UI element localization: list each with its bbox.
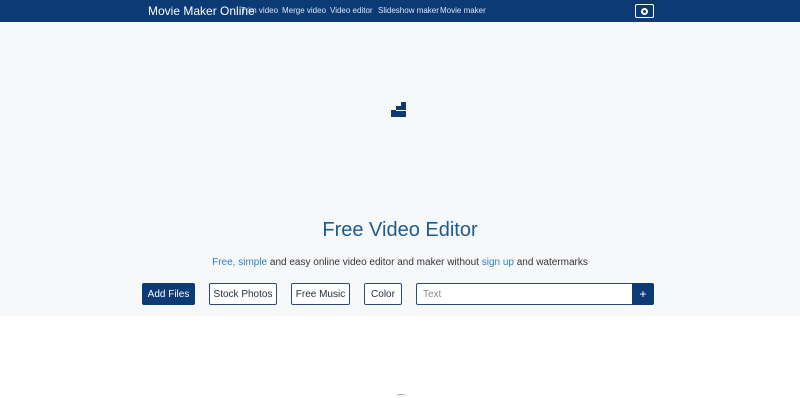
- hero-section: Free Video Editor Free, simple and easy …: [0, 22, 800, 316]
- subtitle-text-end: and watermarks: [516, 257, 588, 268]
- simple-link[interactable]: simple: [238, 257, 267, 268]
- page-subtitle: Free, simple and easy online video edito…: [0, 257, 800, 269]
- stair-logo-icon: [391, 102, 406, 117]
- subtitle-text: and easy online video editor and maker w…: [269, 257, 479, 268]
- text-input[interactable]: [416, 283, 633, 305]
- stock-photos-button[interactable]: Stock Photos: [209, 283, 277, 305]
- page-title: Free Video Editor: [322, 219, 478, 241]
- nav-link-slideshow-maker[interactable]: Slideshow maker: [378, 6, 439, 16]
- free-link[interactable]: Free,: [212, 257, 235, 268]
- color-button[interactable]: Color: [364, 283, 402, 305]
- free-music-button[interactable]: Free Music: [291, 283, 350, 305]
- user-circle-icon: [641, 7, 648, 15]
- sign-up-link[interactable]: sign up: [482, 257, 514, 268]
- nav-link-merge-video[interactable]: Merge video: [282, 6, 326, 16]
- nav-link-trim-video[interactable]: Trim video: [241, 6, 278, 16]
- profile-button[interactable]: [635, 4, 654, 18]
- add-text-button[interactable]: +: [632, 283, 654, 305]
- nav-link-movie-maker[interactable]: Movie maker: [440, 6, 486, 16]
- nav-link-video-editor[interactable]: Video editor: [330, 6, 373, 16]
- loading-indicator: [396, 394, 406, 398]
- add-files-button[interactable]: Add Files: [142, 283, 195, 305]
- brand-link[interactable]: Movie Maker Online: [148, 4, 255, 18]
- top-navbar: Movie Maker Online Trim video Merge vide…: [0, 0, 800, 22]
